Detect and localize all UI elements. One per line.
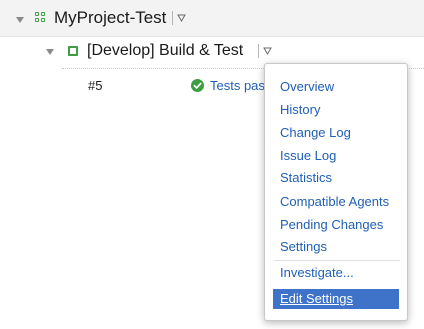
menu-item-overview[interactable]: Overview xyxy=(280,79,334,95)
menu-item-compatible-agents[interactable]: Compatible Agents xyxy=(280,194,389,210)
menu-item-investigate[interactable]: Investigate... xyxy=(280,265,354,281)
build-status-link[interactable]: Tests passed xyxy=(210,78,270,94)
menu-item-statistics[interactable]: Statistics xyxy=(280,170,332,186)
project-grid-icon xyxy=(35,12,45,22)
menu-item-edit-settings[interactable]: Edit Settings xyxy=(280,291,353,307)
menu-item-issue-log[interactable]: Issue Log xyxy=(280,148,336,164)
menu-item-pending-changes[interactable]: Pending Changes xyxy=(280,217,383,233)
expand-triangle-icon[interactable] xyxy=(46,49,54,55)
menu-item-edit-settings-highlight[interactable]: Edit Settings xyxy=(273,289,399,309)
project-row: MyProject-Test xyxy=(0,0,424,37)
expand-triangle-icon[interactable] xyxy=(16,17,24,23)
menu-separator xyxy=(274,260,400,261)
project-title[interactable]: MyProject-Test xyxy=(54,7,166,29)
configuration-popup-menu: Overview History Change Log Issue Log St… xyxy=(264,63,408,321)
menu-item-history[interactable]: History xyxy=(280,102,320,118)
chevron-down-icon[interactable] xyxy=(263,47,272,55)
divider xyxy=(172,11,173,25)
menu-item-change-log[interactable]: Change Log xyxy=(280,125,351,141)
divider xyxy=(258,44,259,58)
build-configuration-title[interactable]: [Develop] Build & Test xyxy=(87,41,243,61)
build-number[interactable]: #5 xyxy=(88,78,102,94)
success-check-icon xyxy=(191,79,204,92)
menu-item-settings[interactable]: Settings xyxy=(280,239,327,255)
build-config-square-icon xyxy=(68,46,78,56)
chevron-down-icon[interactable] xyxy=(177,14,186,22)
